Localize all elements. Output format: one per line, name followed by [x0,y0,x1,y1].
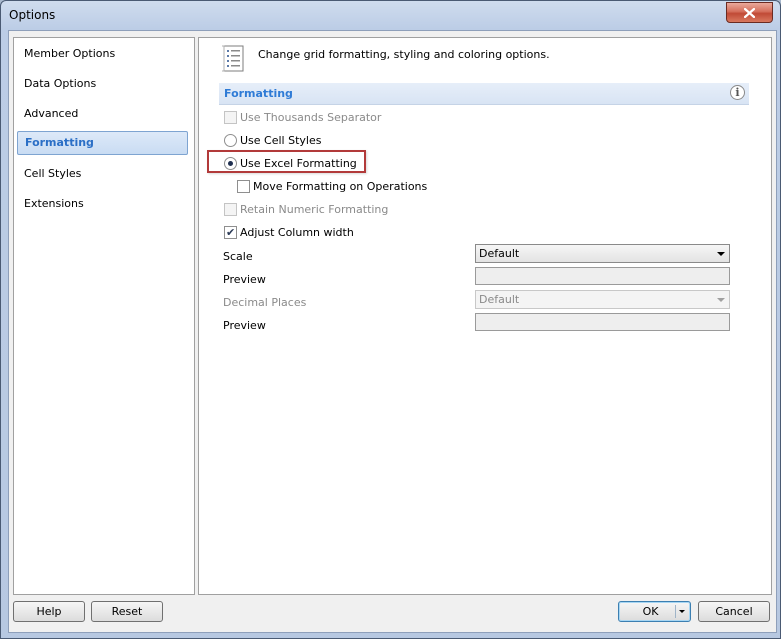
checkbox-label: Move Formatting on Operations [253,180,428,193]
close-icon [744,7,755,18]
section-title: Formatting [224,87,293,100]
panel-description: Change grid formatting, styling and colo… [258,48,550,61]
scale-value: Default [479,247,520,260]
chevron-down-icon[interactable] [679,610,685,613]
window-title: Options [9,8,56,22]
scale-select[interactable]: Default [475,244,730,263]
sidebar-item-label: Data Options [24,77,97,90]
close-button[interactable] [726,2,773,23]
sidebar-item-cell-styles[interactable]: Cell Styles [17,162,188,186]
decimal-places-label: Decimal Places [223,296,307,309]
checkbox-box: ✔ [224,226,237,239]
preview-label: Preview [223,319,266,332]
radio-button [224,157,237,170]
sidebar-nav: Member Options Data Options Advanced For… [13,37,195,595]
section-header: Formatting i [219,83,749,105]
sidebar-item-label: Extensions [24,197,84,210]
decimal-places-select[interactable]: Default [475,290,730,309]
reset-button-label: Reset [111,605,143,618]
chevron-down-icon [717,252,725,256]
title-bar: Options [1,1,780,31]
sidebar-item-extensions[interactable]: Extensions [17,192,188,216]
cancel-button-label: Cancel [715,605,753,618]
ok-button-label: OK [642,605,659,618]
sidebar-item-advanced[interactable]: Advanced [17,102,188,126]
checkbox-box [237,180,250,193]
decimal-places-value: Default [479,293,520,306]
checkbox-box [224,111,237,124]
checkbox-label: Retain Numeric Formatting [240,203,389,216]
radio-label: Use Cell Styles [240,134,322,147]
sidebar-item-label: Advanced [24,107,79,120]
chevron-down-icon [717,298,725,302]
checkbox-box [224,203,237,216]
sidebar-item-label: Formatting [25,136,94,149]
preview-field [475,267,730,285]
list-settings-icon [222,45,244,72]
info-icon[interactable]: i [730,85,745,100]
radio-label: Use Excel Formatting [240,157,357,170]
sidebar-item-formatting[interactable]: Formatting [17,131,188,155]
preview-label: Preview [223,273,266,286]
cancel-button[interactable]: Cancel [698,601,770,622]
preview-field [475,313,730,331]
checkmark-icon: ✔ [226,226,236,239]
checkbox-label: Adjust Column width [240,226,354,239]
dialog-body: Member Options Data Options Advanced For… [8,30,777,633]
sidebar-item-label: Member Options [24,47,116,60]
sidebar-item-member-options[interactable]: Member Options [17,42,188,66]
checkbox-label: Use Thousands Separator [240,111,382,124]
ok-split-button[interactable]: OK [618,601,691,622]
radio-selected-dot [228,161,233,166]
sidebar-item-label: Cell Styles [24,167,82,180]
formatting-panel: Change grid formatting, styling and colo… [198,37,772,595]
options-dialog: Options Member Options Data Options Adva… [0,0,781,639]
radio-button [224,134,237,147]
help-button-label: Help [36,605,62,618]
reset-button[interactable]: Reset [91,601,163,622]
scale-label: Scale [223,250,253,263]
sidebar-item-data-options[interactable]: Data Options [17,72,188,96]
help-button[interactable]: Help [13,601,85,622]
split-divider [675,605,676,618]
